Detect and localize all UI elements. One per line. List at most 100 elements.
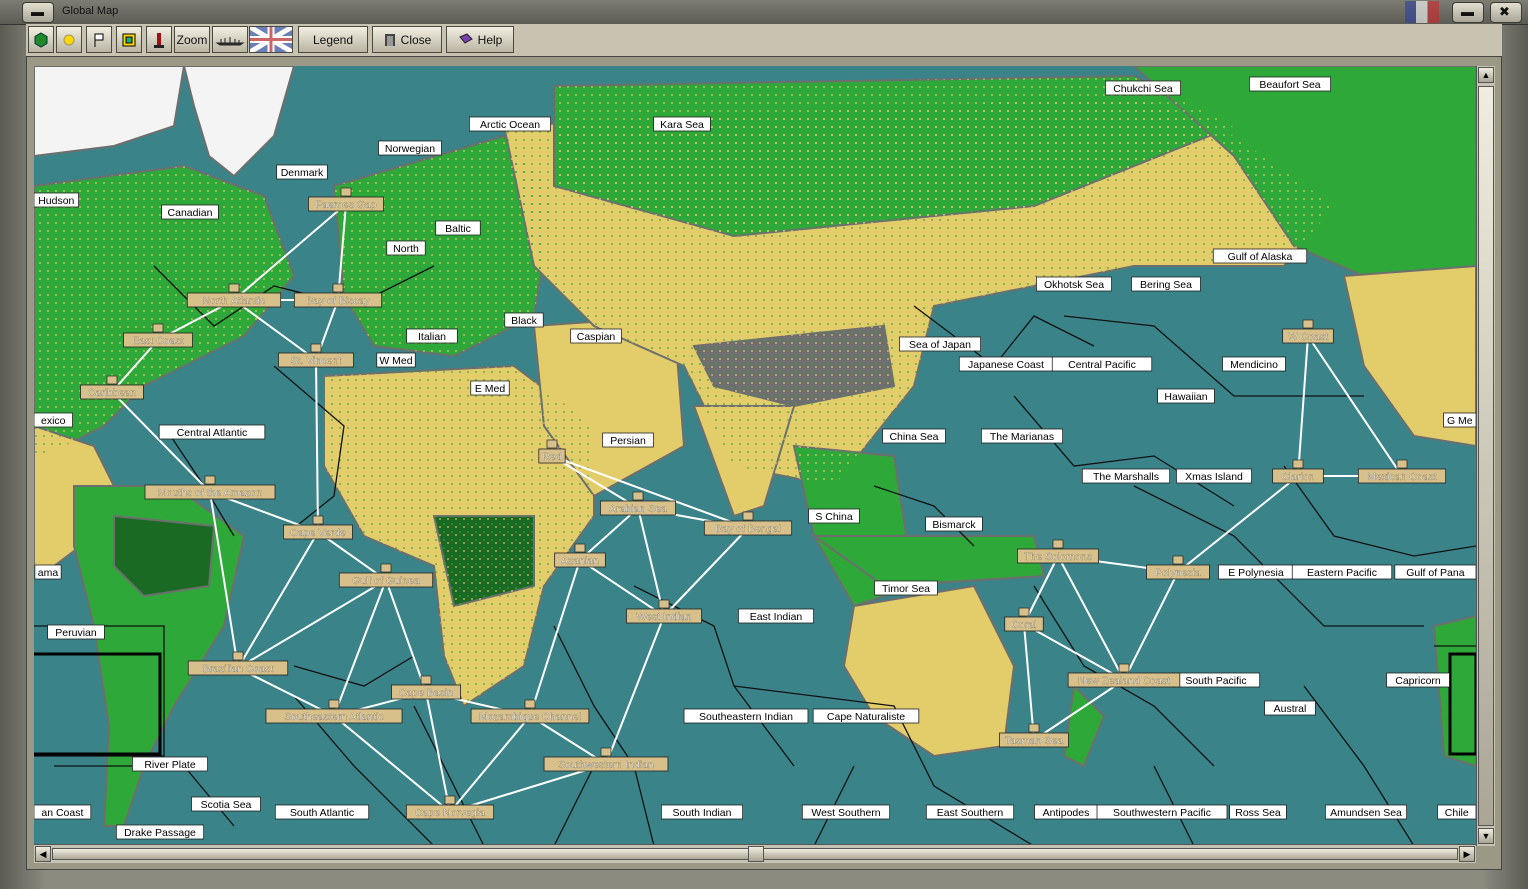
window-close-button[interactable]: ✖ [1490, 2, 1522, 23]
zone-label-polynesia[interactable]: Polynesia [1146, 555, 1210, 580]
zone-label-mouths-of-the-amazon[interactable]: Mouths of the Amazon [144, 475, 276, 500]
zone-label-w-coast[interactable]: W Coast [1282, 319, 1334, 344]
flag-button[interactable] [86, 26, 112, 53]
scroll-down-button[interactable]: ▼ [1478, 828, 1494, 844]
zone-label-cape-basin[interactable]: Cape Basin [391, 675, 461, 700]
zone-label-south-indian[interactable]: South Indian [661, 804, 744, 820]
zone-label-amundsen-sea[interactable]: Amundsen Sea [1325, 804, 1408, 820]
zone-label-china-sea[interactable]: China Sea [882, 428, 946, 444]
help-button[interactable]: Help [446, 26, 514, 53]
restore-button[interactable]: ▬ [1452, 2, 1484, 23]
vertical-scroll-thumb[interactable] [1478, 86, 1494, 826]
zone-label-new-zealand-coast[interactable]: New Zealand Coast [1067, 663, 1181, 688]
zone-label-canadian[interactable]: Canadian [161, 204, 219, 220]
zone-label-kara-sea[interactable]: Kara Sea [653, 116, 711, 132]
zone-label-eastern-pacific[interactable]: Eastern Pacific [1291, 564, 1393, 580]
zone-label-s-china[interactable]: S China [808, 508, 860, 524]
zone-label-antipodes[interactable]: Antipodes [1034, 804, 1098, 820]
zone-label-west-indian[interactable]: West Indian [626, 599, 702, 624]
zone-label-chukchi-sea[interactable]: Chukchi Sea [1105, 80, 1181, 96]
zone-label-hudson[interactable]: Hudson [34, 192, 79, 208]
fleet-button[interactable] [212, 26, 248, 53]
zone-label-capricorn[interactable]: Capricorn [1386, 672, 1450, 688]
zone-label-cape-naturaliste[interactable]: Cape Naturaliste [812, 708, 920, 724]
zone-label-scotia-sea[interactable]: Scotia Sea [191, 796, 261, 812]
zone-label-hawaiian[interactable]: Hawaiian [1157, 388, 1215, 404]
zone-label-south-atlantic[interactable]: South Atlantic [274, 804, 370, 820]
scroll-left-button[interactable]: ◀ [35, 846, 51, 862]
zone-label-xmas-island[interactable]: Xmas Island [1176, 468, 1252, 484]
title-bar[interactable]: ▬ Global Map ▬ ✖ [0, 0, 1528, 25]
zone-label-cape-verde[interactable]: Cape Verde [283, 515, 353, 540]
zone-label-west-southern[interactable]: West Southern [801, 804, 891, 820]
zone-label-sea-of-japan[interactable]: Sea of Japan [899, 336, 982, 352]
zone-label-japanese-coast[interactable]: Japanese Coast [958, 356, 1054, 372]
zone-label-persian[interactable]: Persian [602, 432, 654, 448]
zone-label-bering-sea[interactable]: Bering Sea [1131, 276, 1201, 292]
zone-label-e-polynesia[interactable]: E Polynesia [1218, 564, 1294, 580]
zone-label-chile[interactable]: Chile [1437, 804, 1477, 820]
zone-label-mendicino[interactable]: Mendicino [1222, 356, 1286, 372]
zone-label-g-me[interactable]: G Me [1443, 412, 1476, 428]
zone-label-denmark[interactable]: Denmark [276, 164, 328, 180]
zone-label-timor-sea[interactable]: Timor Sea [874, 580, 938, 596]
zone-label-east-indian[interactable]: East Indian [738, 608, 814, 624]
zone-label-north[interactable]: North [386, 240, 426, 256]
zone-label-gulf-of-pana[interactable]: Gulf of Pana [1394, 564, 1476, 580]
zone-label-tasman-sea[interactable]: Tasman Sea [999, 723, 1069, 748]
nation-button[interactable] [249, 26, 293, 53]
port-button[interactable] [146, 26, 172, 53]
zone-label-peruvian[interactable]: Peruvian [47, 624, 105, 640]
scroll-up-button[interactable]: ▲ [1478, 67, 1494, 83]
zone-label-drake-passage[interactable]: Drake Passage [115, 824, 205, 840]
zone-label-the-marshalls[interactable]: The Marshalls [1081, 468, 1171, 484]
zone-label-arctic-ocean[interactable]: Arctic Ocean [468, 116, 551, 132]
zone-label-e-med[interactable]: E Med [470, 380, 510, 396]
zone-label-river-plate[interactable]: River Plate [132, 756, 208, 772]
zone-label-ama[interactable]: ama [34, 564, 62, 580]
zone-label-baltic[interactable]: Baltic [435, 220, 481, 236]
zone-label-southwestern-pacific[interactable]: Southwestern Pacific [1096, 804, 1228, 820]
world-map[interactable]: Chukchi Sea Beaufort Sea Arctic Ocean Kara … [34, 66, 1476, 846]
zone-label-cape-norvegia[interactable]: Cape Norvegia [405, 795, 495, 820]
zone-label-mozambique-channel[interactable]: Mozambique Channel [470, 699, 590, 724]
zone-label-coral[interactable]: Coral [1004, 607, 1044, 632]
map-canvas[interactable]: Chukchi Sea Beaufort Sea Arctic Ocean Kara … [34, 66, 1476, 846]
zone-label-beaufort-sea[interactable]: Beaufort Sea [1249, 76, 1332, 92]
zone-label-okhotsk-sea[interactable]: Okhotsk Sea [1036, 276, 1112, 292]
zone-label-norwegian[interactable]: Norwegian [378, 140, 442, 156]
box-button[interactable] [116, 26, 142, 53]
zone-label-bismarck[interactable]: Bismarck [925, 516, 983, 532]
zone-label-ross-sea[interactable]: Ross Sea [1229, 804, 1287, 820]
zone-label-central-pacific[interactable]: Central Pacific [1051, 356, 1153, 372]
close-button[interactable]: Close [372, 26, 442, 53]
horizontal-scrollbar[interactable]: ◀ ▶ [34, 844, 1476, 863]
zone-label-the-marianas[interactable]: The Marianas [981, 428, 1064, 444]
zone-label-an-coast[interactable]: an Coast [34, 804, 92, 820]
zone-label-southwestern-indian[interactable]: Southwestern Indian [543, 747, 669, 772]
zone-label-south-pacific[interactable]: South Pacific [1171, 672, 1261, 688]
horizontal-scroll-thumb[interactable] [748, 846, 764, 862]
legend-button[interactable]: Legend [298, 26, 368, 53]
scroll-right-button[interactable]: ▶ [1459, 846, 1475, 862]
zone-label-italian[interactable]: Italian [406, 328, 458, 344]
window-menu-button[interactable]: ▬ [22, 2, 54, 23]
vertical-scrollbar[interactable]: ▲ ▼ [1476, 66, 1495, 846]
zone-label-gulf-of-guinea[interactable]: Gulf of Guinea [338, 563, 434, 588]
zone-label-arabian-sea[interactable]: Arabian Sea [600, 491, 676, 516]
zone-label-clarion[interactable]: Clarion [1272, 459, 1324, 484]
zone-label-mexican-coast[interactable]: Mexican Coast [1357, 459, 1447, 484]
zone-label-austral[interactable]: Austral [1264, 700, 1316, 716]
zone-label-southeastern-indian[interactable]: Southeastern Indian [683, 708, 809, 724]
zone-label-black[interactable]: Black [504, 312, 544, 328]
zone-label-st-vincent[interactable]: St. Vincent [278, 343, 354, 368]
zone-label-central-atlantic[interactable]: Central Atlantic [158, 424, 266, 440]
zone-label-caspian[interactable]: Caspian [570, 328, 622, 344]
zone-label-gulf-of-alaska[interactable]: Gulf of Alaska [1212, 248, 1308, 264]
weather-button[interactable] [56, 26, 82, 53]
zoom-button[interactable]: Zoom [174, 26, 210, 53]
zone-label-east-southern[interactable]: East Southern [925, 804, 1015, 820]
hex-filter-button[interactable] [28, 26, 54, 53]
zone-label-w-med[interactable]: W Med [376, 352, 416, 368]
zone-label-exico[interactable]: exico [34, 412, 73, 428]
